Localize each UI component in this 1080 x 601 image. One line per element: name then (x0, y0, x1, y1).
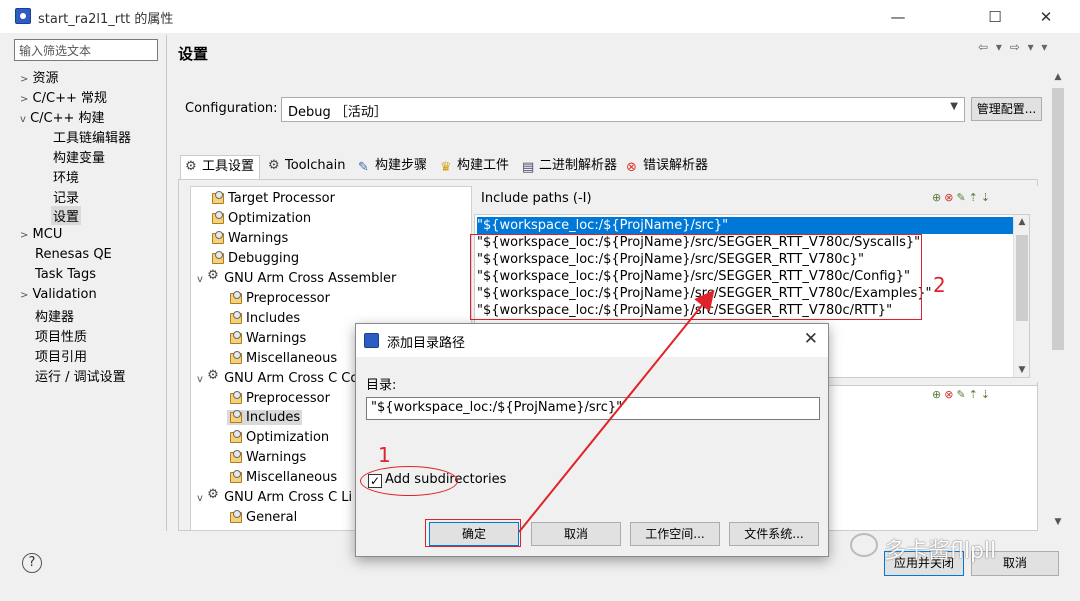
properties-window: start_ra2l1_rtt 的属性 — ☐ ✕ 输入筛选文本 > 资源 > … (0, 0, 1080, 601)
arrow-line (518, 289, 715, 533)
annotation-arrow (518, 289, 715, 533)
